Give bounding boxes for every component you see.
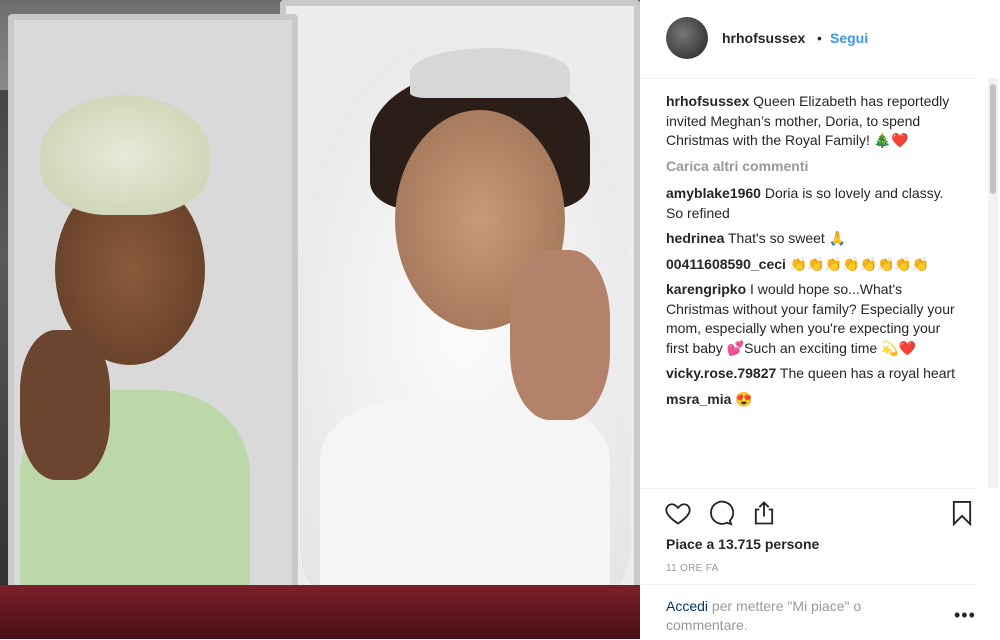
comment-username[interactable]: karengripko: [666, 281, 746, 297]
comment-text: That's so sweet 🙏: [728, 230, 847, 246]
comment-username[interactable]: hedrinea: [666, 230, 724, 246]
tiara: [410, 48, 570, 98]
login-prompt: Accedi per mettere "Mi piace" o commenta…: [666, 597, 916, 635]
comment-username[interactable]: 00411608590_ceci: [666, 256, 786, 272]
scrollbar-thumb[interactable]: [990, 84, 996, 194]
header-username[interactable]: hrhofsussex: [722, 30, 805, 46]
load-more-comments[interactable]: Carica altri commenti: [666, 157, 962, 177]
comment-item: hedrinea That's so sweet 🙏: [666, 229, 962, 249]
comment-item: amyblake1960 Doria is so lovely and clas…: [666, 184, 962, 223]
post-time: 11 ORE FA: [666, 563, 719, 574]
heart-icon[interactable]: [664, 499, 694, 529]
share-icon[interactable]: [750, 499, 780, 529]
follow-button[interactable]: Segui: [830, 30, 868, 46]
post-header: hrhofsussex • Segui: [640, 0, 976, 79]
avatar[interactable]: [666, 17, 708, 59]
more-options-icon[interactable]: •••: [954, 605, 976, 626]
action-bar: [640, 488, 976, 539]
comments-list: hrhofsussex Queen Elizabeth has reported…: [666, 92, 962, 487]
comment-text: 👏👏👏👏👏👏👏👏: [789, 255, 930, 272]
post-photo[interactable]: [0, 0, 640, 639]
comment-text: 😍: [735, 390, 753, 407]
header-separator: •: [817, 30, 822, 46]
bride-dress: [320, 400, 610, 600]
comment-item: 00411608590_ceci 👏👏👏👏👏👏👏👏: [666, 255, 962, 275]
mother-hand: [20, 330, 110, 480]
caption-username[interactable]: hrhofsussex: [666, 93, 749, 109]
post-sidebar: hrhofsussex • Segui hrhofsussex Queen El…: [640, 0, 1000, 639]
bride-hand: [510, 250, 610, 420]
instagram-post: hrhofsussex • Segui hrhofsussex Queen El…: [0, 0, 1000, 639]
comments-scrollbar[interactable]: [988, 78, 998, 488]
login-link[interactable]: Accedi: [666, 598, 708, 614]
comment-item: vicky.rose.79827 The queen has a royal h…: [666, 364, 962, 384]
caption: hrhofsussex Queen Elizabeth has reported…: [666, 92, 962, 151]
comment-username[interactable]: amyblake1960: [666, 185, 761, 201]
comment-item: karengripko I would hope so...What's Chr…: [666, 280, 962, 358]
comment-text: The queen has a royal heart: [779, 365, 956, 381]
comment-icon[interactable]: [706, 499, 736, 529]
comment-username[interactable]: vicky.rose.79827: [666, 365, 776, 381]
comment-username[interactable]: msra_mia: [666, 391, 731, 407]
login-footer: Accedi per mettere "Mi piace" o commenta…: [640, 584, 976, 640]
likes-count[interactable]: Piace a 13.715 persone: [666, 536, 819, 552]
car-body: [0, 585, 640, 639]
comment-item: msra_mia 😍: [666, 390, 962, 410]
bookmark-icon[interactable]: [948, 499, 978, 529]
mother-hat: [40, 95, 210, 215]
